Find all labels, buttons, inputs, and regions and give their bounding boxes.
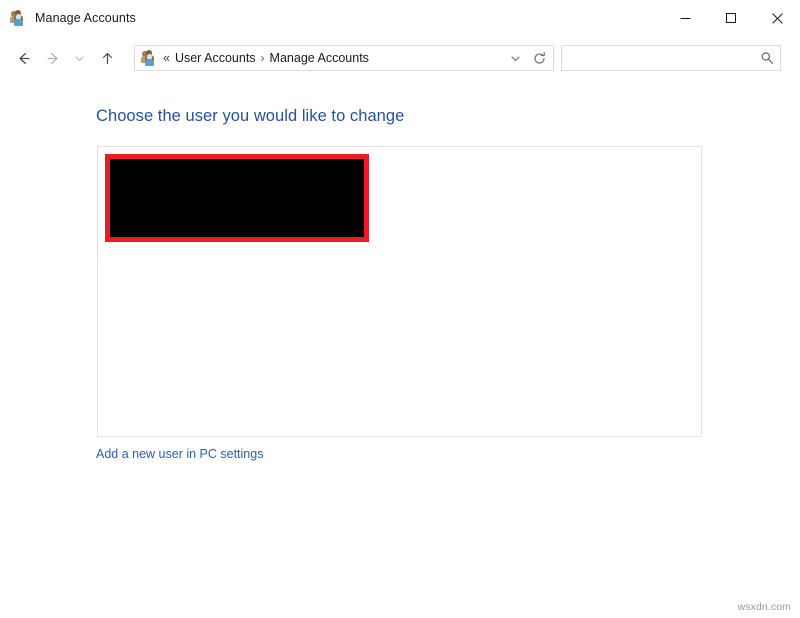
add-new-user-link[interactable]: Add a new user in PC settings [96, 447, 263, 461]
manage-accounts-window: Manage Accounts « User Accounts › Manage… [0, 0, 800, 618]
breadcrumb-separator[interactable]: › [259, 47, 267, 69]
forward-button[interactable] [38, 43, 68, 73]
address-users-icon [140, 50, 157, 66]
window-title: Manage Accounts [35, 11, 136, 25]
users-icon [9, 10, 26, 26]
minimize-button[interactable] [662, 0, 708, 36]
page-title: Choose the user you would like to change [96, 107, 405, 125]
close-button[interactable] [754, 0, 800, 36]
chevron-down-icon[interactable] [503, 46, 527, 70]
back-button[interactable] [8, 43, 38, 73]
watermark: wsxdn.com [737, 601, 791, 613]
title-bar: Manage Accounts [0, 0, 800, 36]
breadcrumb-manage-accounts[interactable]: Manage Accounts [267, 47, 372, 69]
content-area: Choose the user you would like to change… [0, 80, 800, 618]
breadcrumb-overflow[interactable]: « [161, 47, 172, 69]
navigation-toolbar: « User Accounts › Manage Accounts [0, 36, 800, 80]
redacted-user-account[interactable] [105, 154, 369, 242]
up-button[interactable] [92, 43, 122, 73]
search-box[interactable] [561, 45, 781, 71]
address-bar[interactable]: « User Accounts › Manage Accounts [134, 45, 554, 71]
search-icon[interactable] [758, 51, 776, 65]
window-controls [662, 0, 800, 36]
user-account-list-panel [97, 146, 702, 437]
recent-locations-button[interactable] [68, 43, 90, 73]
search-input[interactable] [569, 50, 758, 66]
breadcrumb-user-accounts[interactable]: User Accounts [172, 47, 259, 69]
refresh-icon[interactable] [527, 46, 551, 70]
maximize-button[interactable] [708, 0, 754, 36]
